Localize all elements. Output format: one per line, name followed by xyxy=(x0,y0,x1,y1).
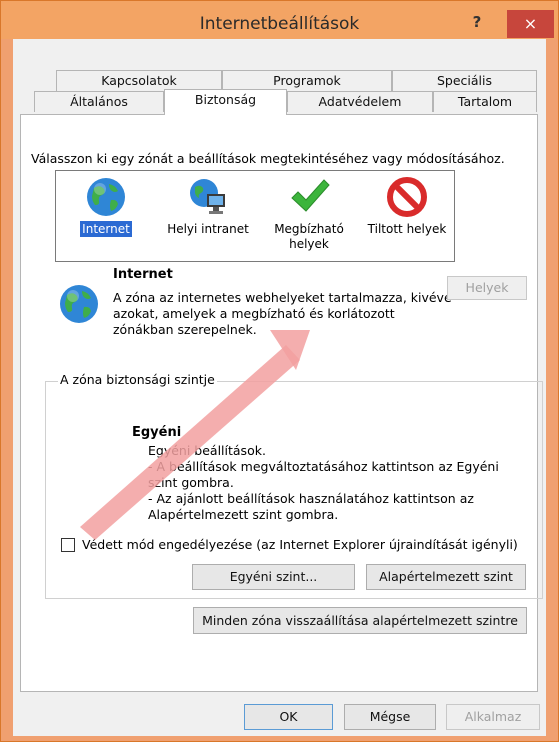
apply-button[interactable]: Alkalmaz xyxy=(446,704,540,730)
checkmark-icon xyxy=(291,179,330,212)
zone-description: A zóna az internetes webhelyeket tartalm… xyxy=(113,290,452,337)
description-line: - A beállítások megváltoztatásához katti… xyxy=(148,459,499,474)
cancel-button[interactable]: Mégse xyxy=(344,704,436,730)
custom-level-button[interactable]: Egyéni szint... xyxy=(192,564,355,590)
ok-button[interactable]: OK xyxy=(244,704,333,730)
tab-tartalom[interactable]: Tartalom xyxy=(433,91,537,112)
globe-icon xyxy=(60,285,98,323)
description-line: Alapértelmezett szint gombra. xyxy=(148,507,339,522)
zone-internet[interactable]: Internet xyxy=(66,171,146,237)
zone-label-restricted-sites: Tiltott helyek xyxy=(367,222,447,236)
description-line: Egyéni beállítások. xyxy=(148,443,266,458)
tab-programok[interactable]: Programok xyxy=(222,70,392,91)
intranet-icon xyxy=(190,179,225,214)
tab-biztonsag[interactable]: Biztonság xyxy=(164,89,287,115)
zone-local-intranet[interactable]: Helyi intranet xyxy=(158,171,258,237)
protected-mode-label[interactable]: Védett mód engedélyezése (az Internet Ex… xyxy=(82,537,518,552)
tab-altalanos[interactable]: Általános xyxy=(34,91,164,112)
protected-mode-checkbox[interactable] xyxy=(61,538,75,552)
close-button[interactable]: × xyxy=(507,10,554,38)
zone-label-internet: Internet xyxy=(80,221,132,237)
security-level-description: Egyéni beállítások. - A beállítások megv… xyxy=(148,443,528,523)
description-line: szint gombra. xyxy=(148,475,234,490)
description-line: - Az ajánlott beállítások használatához … xyxy=(148,491,474,506)
tab-adatvedelem[interactable]: Adatvédelem xyxy=(287,91,433,112)
tab-specialis[interactable]: Speciális xyxy=(392,70,537,91)
zone-restricted-sites[interactable]: Tiltott helyek xyxy=(360,171,454,237)
help-button[interactable]: ? xyxy=(461,13,493,35)
title-bar[interactable]: Internetbeállítások ? × xyxy=(1,1,558,39)
zone-list[interactable]: Internet Helyi intranet Megbízható helye… xyxy=(55,170,455,262)
tab-kapcsolatok[interactable]: Kapcsolatok xyxy=(56,70,222,91)
zone-label-trusted-sites: Megbízható helyek xyxy=(274,222,344,251)
reset-all-zones-button[interactable]: Minden zóna visszaállítása alapértelmeze… xyxy=(193,607,527,634)
zone-label-local-intranet: Helyi intranet xyxy=(167,222,249,236)
security-level-title: Egyéni xyxy=(132,425,182,440)
zone-trusted-sites[interactable]: Megbízható helyek xyxy=(264,171,354,252)
sites-button[interactable]: Helyek xyxy=(447,276,527,300)
zone-select-instruction: Válasszon ki egy zónát a beállítások meg… xyxy=(31,151,505,166)
prohibited-icon xyxy=(387,177,427,217)
security-level-label: A zóna biztonsági szintje xyxy=(58,372,217,387)
default-level-button[interactable]: Alapértelmezett szint xyxy=(366,564,526,590)
zone-title: Internet xyxy=(113,267,173,282)
globe-icon xyxy=(87,178,125,216)
